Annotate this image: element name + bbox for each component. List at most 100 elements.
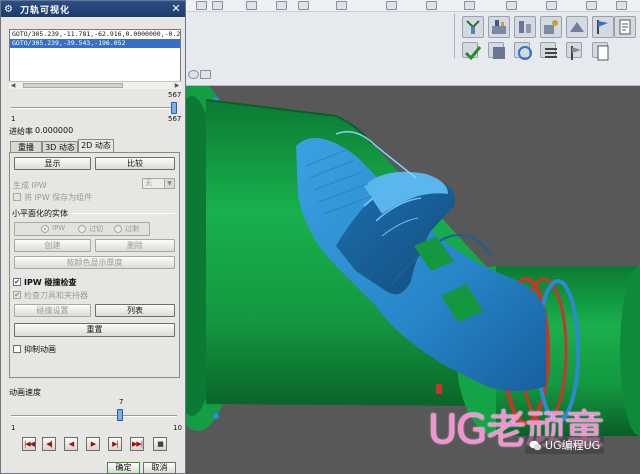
check-tool-holder-label: 检查刀具和夹持器 xyxy=(24,291,88,300)
compare-button[interactable]: 比较 xyxy=(95,157,175,170)
toolbar-strip xyxy=(186,0,640,12)
dialog-title: 刀轨可视化 xyxy=(20,5,71,16)
verify-icon[interactable] xyxy=(462,42,482,61)
operation-tool-icon[interactable] xyxy=(462,16,484,38)
toolbar-mini-icon[interactable] xyxy=(546,1,557,10)
toolbar-separator xyxy=(454,14,455,58)
toolpath-slider-thumb[interactable] xyxy=(171,102,177,114)
radio-ipw[interactable] xyxy=(41,225,49,233)
ipw-collision-label: IPW 碰撞检查 xyxy=(24,278,77,287)
save-ipw-checkbox[interactable] xyxy=(13,193,21,201)
geometry-icon[interactable] xyxy=(540,16,562,38)
feed-rate-value: 0.000000 xyxy=(35,126,74,135)
slider-min-label: 1 xyxy=(11,115,16,123)
wechat-icon xyxy=(529,440,542,450)
slider-max-label: 567 xyxy=(168,91,182,99)
toolbar-mini-icon[interactable] xyxy=(196,1,207,10)
list-button[interactable]: 列表 xyxy=(95,304,175,317)
top-toolbar xyxy=(186,0,640,86)
feed-rate-label: 进给率 xyxy=(9,127,33,136)
play-reverse-button[interactable]: ◀ xyxy=(64,437,78,451)
play-button[interactable]: ▶ xyxy=(86,437,100,451)
horizontal-scrollbar[interactable]: ◀ ▶ xyxy=(9,81,181,89)
view-cube-icon[interactable] xyxy=(200,70,211,79)
wechat-watermark: UG编程UG xyxy=(525,436,605,454)
speed-max-label: 10 xyxy=(173,424,182,432)
ok-button[interactable]: 确定 xyxy=(107,462,140,474)
toolbar-mini-icon[interactable] xyxy=(464,1,475,10)
stop-button[interactable]: ■ xyxy=(153,437,167,451)
toolbar-mini-icon[interactable] xyxy=(298,1,309,10)
toolbar-mini-icon[interactable] xyxy=(386,1,397,10)
toolpath-listbox[interactable]: GOTO/305.239,-11.781,-62.916,0.0000000,-… xyxy=(9,29,181,85)
generate-ipw-value: 无 xyxy=(145,179,152,187)
toolbar-mini-icon[interactable] xyxy=(336,1,347,10)
color-thickness-button[interactable]: 按颜色显示厚度 xyxy=(14,256,175,269)
group-divider xyxy=(69,213,175,214)
display-button[interactable]: 显示 xyxy=(14,157,91,170)
tool-group-icon[interactable] xyxy=(514,16,536,38)
check-tool-holder-checkbox[interactable]: ✔ xyxy=(13,291,21,299)
ipw-collision-checkbox[interactable]: ✔ xyxy=(13,278,21,286)
radio-ipw-label: IPW xyxy=(52,224,66,232)
cancel-button[interactable]: 取消 xyxy=(143,462,176,474)
speed-value: 7 xyxy=(119,398,124,406)
flange-hole xyxy=(213,413,219,419)
toolbar-mini-icon[interactable] xyxy=(246,1,257,10)
toolbar-mini-icon[interactable] xyxy=(586,1,597,10)
speed-slider-thumb[interactable] xyxy=(116,409,123,421)
radio-excess-label: 过剩 xyxy=(125,225,139,233)
machine-tool-icon[interactable] xyxy=(488,16,510,38)
generate-ipw-label: 生成 IPW xyxy=(13,181,47,190)
delete-button[interactable]: 删除 xyxy=(95,239,175,252)
scroll-thumb[interactable] xyxy=(23,83,123,88)
wechat-account-name: UG编程UG xyxy=(545,439,601,452)
forward-end-button[interactable]: ▶▶| xyxy=(130,437,144,451)
tab-2d-dynamic[interactable]: 2D 动态 xyxy=(78,139,114,153)
method-icon[interactable] xyxy=(566,16,588,38)
scroll-left-icon[interactable]: ◀ xyxy=(9,82,17,89)
doc-icon[interactable] xyxy=(592,42,609,61)
step-back-button[interactable]: ◀| xyxy=(42,437,56,451)
toolpath-slider-track[interactable] xyxy=(11,107,177,109)
speed-slider-track[interactable] xyxy=(11,415,177,417)
save-ipw-label: 将 IPW 保存为组件 xyxy=(24,193,93,202)
gear-icon: ⚙ xyxy=(4,3,13,15)
toolbar-mini-icon[interactable] xyxy=(426,1,437,10)
toolbar-mini-icon[interactable] xyxy=(276,1,287,10)
toolpath-visualization-dialog: ⚙ 刀轨可视化 ✕ GOTO/305.239,-11.781,-62.916,0… xyxy=(0,0,186,474)
chevron-down-icon: ▼ xyxy=(164,179,174,188)
radio-overcut[interactable] xyxy=(78,225,86,233)
red-detail xyxy=(436,384,442,394)
dialog-title-bar: ⚙ 刀轨可视化 ✕ xyxy=(1,1,185,17)
postprocess-icon[interactable] xyxy=(592,16,614,38)
view-sphere-icon[interactable] xyxy=(188,70,199,79)
scroll-right-icon[interactable]: ▶ xyxy=(173,82,181,89)
radio-overcut-label: 过切 xyxy=(89,225,103,233)
toolbar-mini-icon[interactable] xyxy=(506,1,517,10)
speed-min-label: 1 xyxy=(11,424,16,432)
list-item-selected[interactable]: GOTO/305.239,-39.543,-196.052 xyxy=(10,39,180,48)
flag-icon[interactable] xyxy=(566,42,582,60)
slider-value-label: 567 xyxy=(168,115,182,123)
list-item[interactable]: GOTO/305.239,-11.781,-62.916,0.0000000,-… xyxy=(10,30,180,39)
suppress-animation-checkbox[interactable] xyxy=(13,345,21,353)
toolbar-mini-icon[interactable] xyxy=(616,1,627,10)
rewind-start-button[interactable]: |◀◀ xyxy=(22,437,36,451)
suppress-animation-label: 抑制动画 xyxy=(24,345,56,354)
generate-ipw-select[interactable]: 无 ▼ xyxy=(142,178,175,189)
close-icon[interactable]: ✕ xyxy=(169,3,183,15)
small-faces-label: 小平面化的实体 xyxy=(12,209,68,218)
anim-speed-label: 动画速度 xyxy=(9,388,41,397)
radio-excess[interactable] xyxy=(114,225,122,233)
generate-icon[interactable] xyxy=(488,42,505,59)
toolbar-mini-icon[interactable] xyxy=(212,1,223,10)
list-icon[interactable] xyxy=(540,42,557,58)
collision-settings-button[interactable]: 碰撞设置 xyxy=(14,304,91,317)
step-forward-button[interactable]: ▶| xyxy=(108,437,122,451)
create-button[interactable]: 创建 xyxy=(14,239,91,252)
view-icons xyxy=(186,68,226,82)
reset-button[interactable]: 重置 xyxy=(14,323,175,337)
replay-icon[interactable] xyxy=(514,42,532,60)
shop-doc-icon[interactable] xyxy=(614,16,636,38)
